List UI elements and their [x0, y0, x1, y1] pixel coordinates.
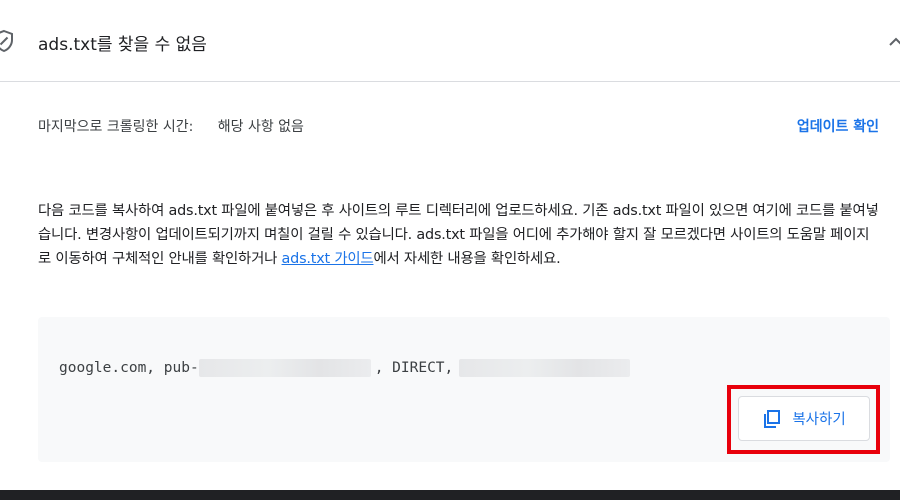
instructions-text-after: 에서 자세한 내용을 확인하세요.	[373, 251, 561, 267]
last-crawled-label: 마지막으로 크롤링한 시간:	[38, 119, 194, 135]
check-update-link[interactable]: 업데이트 확인	[797, 116, 879, 136]
redacted-certification-id	[459, 359, 631, 377]
redacted-publisher-id	[198, 359, 371, 377]
chevron-up-icon[interactable]	[886, 32, 900, 52]
last-crawled-row: 마지막으로 크롤링한 시간: 해당 사항 없음	[38, 116, 304, 136]
shield-icon	[0, 29, 13, 53]
instructions-text: 다음 코드를 복사하여 ads.txt 파일에 붙여넣은 후 사이트의 루트 디…	[38, 199, 880, 271]
code-domain-text: google.com, pub-	[59, 360, 199, 376]
copy-button[interactable]: 복사하기	[738, 396, 870, 441]
card-title: ads.txt를 찾을 수 없음	[38, 35, 207, 55]
ads-txt-code-line[interactable]: google.com, pub- , DIRECT,	[59, 357, 631, 379]
ads-txt-guide-link[interactable]: ads.txt 가이드	[282, 251, 374, 267]
copy-icon	[764, 409, 781, 428]
card-header[interactable]: ads.txt를 찾을 수 없음	[0, 0, 900, 82]
copy-button-label: 복사하기	[792, 412, 846, 428]
code-direct-text: , DIRECT,	[374, 360, 454, 376]
last-crawled-value: 해당 사항 없음	[217, 119, 304, 135]
bottom-edge	[0, 490, 900, 500]
